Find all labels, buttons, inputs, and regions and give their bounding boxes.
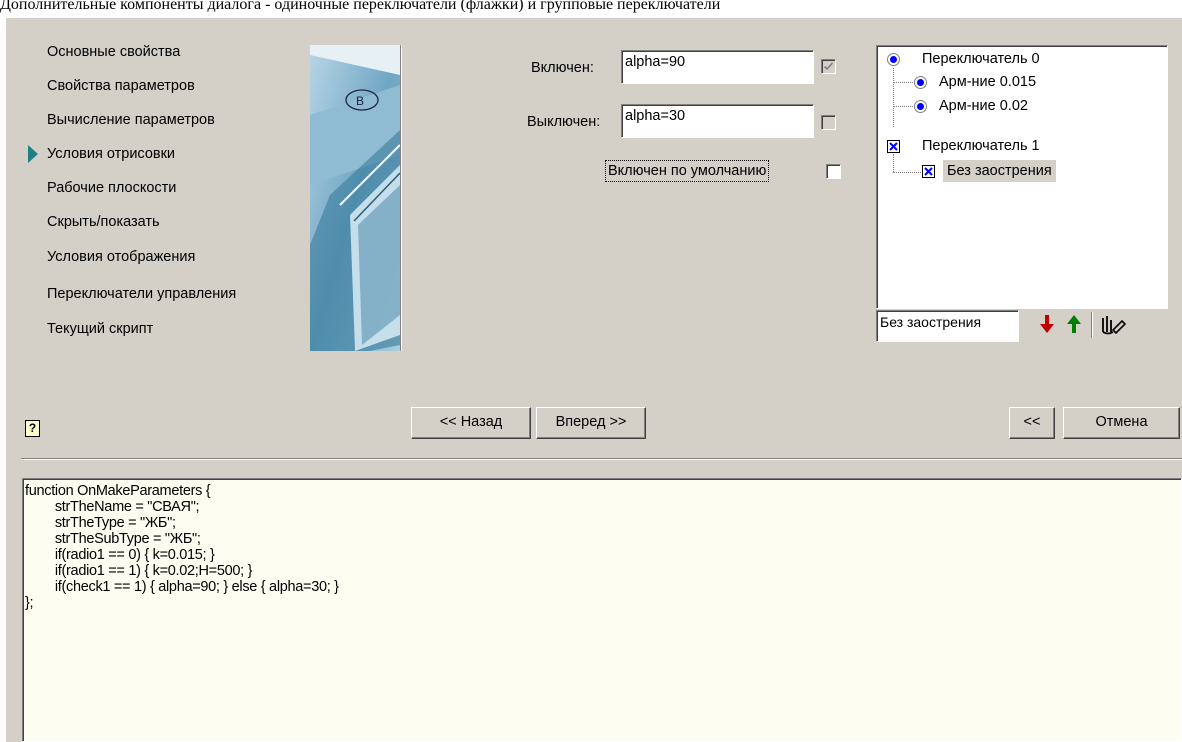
tree-connector bbox=[893, 82, 913, 83]
tree-node-arm-002[interactable]: Арм-ние 0.02 bbox=[939, 95, 1028, 117]
nav-item-hide-show[interactable]: Скрыть/показать bbox=[47, 210, 160, 234]
nav-item-drawing-conditions[interactable]: Условия отрисовки bbox=[47, 142, 175, 166]
code-line: strTheName = "СВАЯ"; bbox=[25, 499, 200, 515]
tree-connector bbox=[893, 172, 921, 173]
radio-option-icon bbox=[914, 100, 927, 113]
nav-separator bbox=[400, 45, 402, 351]
code-line: if(radio1 == 0) { k=0.015; } bbox=[25, 547, 215, 563]
horizontal-separator bbox=[21, 458, 1182, 460]
tree-node-name-input[interactable]: Без заострения bbox=[876, 310, 1019, 342]
tree-node-switch-0[interactable]: Переключатель 0 bbox=[922, 48, 1040, 70]
default-on-label[interactable]: Включен по умолчанию bbox=[605, 160, 770, 182]
code-line: }; bbox=[25, 595, 34, 611]
script-editor[interactable]: function OnMakeParameters { strTheName =… bbox=[22, 478, 1182, 742]
move-down-icon[interactable] bbox=[1039, 314, 1055, 337]
dialog-window: Основные свойства Свойства параметров Вы… bbox=[6, 18, 1182, 742]
hand-edit-icon[interactable] bbox=[1100, 312, 1127, 339]
tree-node-arm-0015[interactable]: Арм-ние 0.015 bbox=[939, 71, 1036, 93]
on-value-input[interactable]: alpha=90 bbox=[621, 50, 814, 84]
on-checkbox[interactable] bbox=[821, 59, 836, 74]
tree-node-switch-1[interactable]: Переключатель 1 bbox=[922, 135, 1040, 157]
tree-connector bbox=[893, 154, 894, 172]
move-up-icon[interactable] bbox=[1066, 314, 1082, 337]
decorative-banner-image: В bbox=[310, 45, 400, 351]
banner-badge-letter: В bbox=[356, 94, 364, 108]
default-on-checkbox[interactable] bbox=[826, 164, 841, 179]
off-label: Выключен: bbox=[527, 114, 601, 130]
checkbox-option-icon bbox=[922, 165, 935, 178]
tree-connector bbox=[893, 68, 894, 127]
nav-item-current-script[interactable]: Текущий скрипт bbox=[47, 317, 153, 341]
active-step-arrow-icon bbox=[28, 145, 38, 163]
off-value-input[interactable]: alpha=30 bbox=[621, 104, 814, 138]
code-line: if(check1 == 1) { alpha=90; } else { alp… bbox=[25, 579, 339, 595]
tool-separator bbox=[1091, 312, 1093, 338]
nav-item-control-switches[interactable]: Переключатели управления bbox=[47, 282, 236, 306]
nav-item-basic-properties[interactable]: Основные свойства bbox=[47, 40, 180, 64]
switch-tree[interactable]: Переключатель 0 Арм-ние 0.015 Арм-ние 0.… bbox=[876, 45, 1168, 309]
code-line: strTheSubType = "ЖБ"; bbox=[25, 531, 201, 547]
tree-connector bbox=[893, 106, 913, 107]
back-button[interactable]: << Назад bbox=[411, 407, 531, 439]
checkbox-group-icon bbox=[887, 140, 900, 153]
cancel-button[interactable]: Отмена bbox=[1063, 407, 1180, 439]
off-checkbox[interactable] bbox=[821, 115, 836, 130]
code-line: function OnMakeParameters { bbox=[25, 483, 211, 499]
nav-item-parameter-properties[interactable]: Свойства параметров bbox=[47, 74, 195, 98]
tree-node-no-sharpening[interactable]: Без заострения bbox=[943, 160, 1056, 182]
page-caption: Дополнительные компоненты диалога - один… bbox=[0, 0, 721, 13]
next-button[interactable]: Вперед >> bbox=[536, 407, 646, 439]
radio-option-icon bbox=[914, 76, 927, 89]
on-label: Включен: bbox=[531, 60, 594, 76]
code-line: if(radio1 == 1) { k=0.02;H=500; } bbox=[25, 563, 253, 579]
help-icon[interactable]: ? bbox=[25, 420, 40, 437]
nav-item-parameter-calculation[interactable]: Вычисление параметров bbox=[47, 108, 215, 132]
nav-item-work-planes[interactable]: Рабочие плоскости bbox=[47, 176, 176, 200]
nav-item-display-conditions[interactable]: Условия отображения bbox=[47, 245, 195, 269]
code-line: strTheType = "ЖБ"; bbox=[25, 515, 176, 531]
radio-group-icon bbox=[887, 53, 900, 66]
collapse-button[interactable]: << bbox=[1009, 407, 1055, 439]
